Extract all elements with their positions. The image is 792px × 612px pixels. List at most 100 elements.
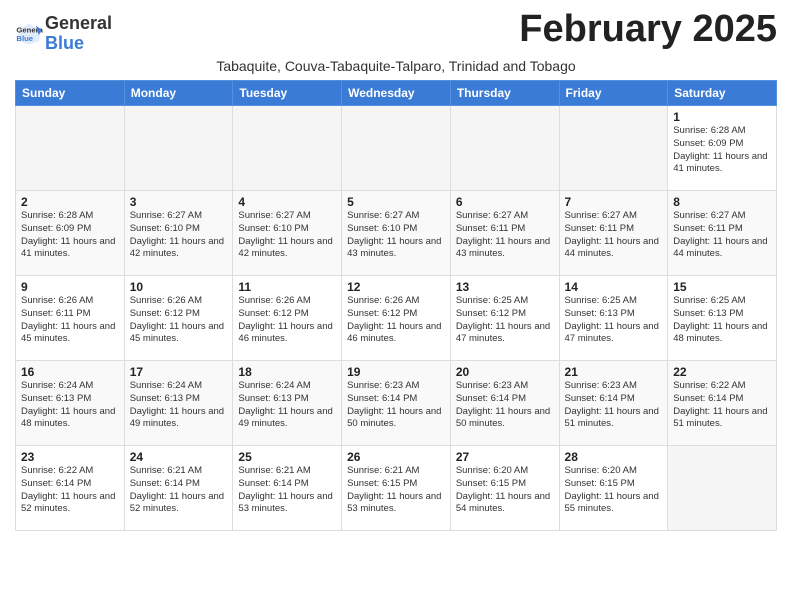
- calendar-cell: 28Sunrise: 6:20 AM Sunset: 6:15 PM Dayli…: [559, 446, 668, 531]
- day-number: 23: [21, 450, 119, 464]
- calendar-cell: 14Sunrise: 6:25 AM Sunset: 6:13 PM Dayli…: [559, 276, 668, 361]
- day-number: 19: [347, 365, 445, 379]
- calendar-cell: 26Sunrise: 6:21 AM Sunset: 6:15 PM Dayli…: [342, 446, 451, 531]
- day-info: Sunrise: 6:27 AM Sunset: 6:11 PM Dayligh…: [565, 210, 663, 261]
- generalblue-logo-icon: General Blue: [15, 20, 43, 48]
- weekday-header-row: SundayMondayTuesdayWednesdayThursdayFrid…: [16, 81, 777, 106]
- day-number: 22: [673, 365, 771, 379]
- week-row-5: 23Sunrise: 6:22 AM Sunset: 6:14 PM Dayli…: [16, 446, 777, 531]
- calendar-cell: 25Sunrise: 6:21 AM Sunset: 6:14 PM Dayli…: [233, 446, 342, 531]
- calendar-cell: 18Sunrise: 6:24 AM Sunset: 6:13 PM Dayli…: [233, 361, 342, 446]
- calendar-cell: 1Sunrise: 6:28 AM Sunset: 6:09 PM Daylig…: [668, 106, 777, 191]
- day-number: 26: [347, 450, 445, 464]
- day-info: Sunrise: 6:25 AM Sunset: 6:13 PM Dayligh…: [673, 295, 771, 346]
- calendar-cell: [450, 106, 559, 191]
- calendar-cell: 8Sunrise: 6:27 AM Sunset: 6:11 PM Daylig…: [668, 191, 777, 276]
- subtitle: Tabaquite, Couva-Tabaquite-Talparo, Trin…: [15, 58, 777, 74]
- calendar-cell: [668, 446, 777, 531]
- day-info: Sunrise: 6:21 AM Sunset: 6:15 PM Dayligh…: [347, 465, 445, 516]
- day-number: 10: [130, 280, 228, 294]
- calendar-cell: 15Sunrise: 6:25 AM Sunset: 6:13 PM Dayli…: [668, 276, 777, 361]
- weekday-header-wednesday: Wednesday: [342, 81, 451, 106]
- day-number: 13: [456, 280, 554, 294]
- day-info: Sunrise: 6:27 AM Sunset: 6:11 PM Dayligh…: [673, 210, 771, 261]
- day-number: 8: [673, 195, 771, 209]
- calendar-cell: 17Sunrise: 6:24 AM Sunset: 6:13 PM Dayli…: [124, 361, 233, 446]
- day-number: 18: [238, 365, 336, 379]
- day-info: Sunrise: 6:27 AM Sunset: 6:10 PM Dayligh…: [238, 210, 336, 261]
- day-info: Sunrise: 6:23 AM Sunset: 6:14 PM Dayligh…: [565, 380, 663, 431]
- day-info: Sunrise: 6:25 AM Sunset: 6:13 PM Dayligh…: [565, 295, 663, 346]
- day-info: Sunrise: 6:27 AM Sunset: 6:11 PM Dayligh…: [456, 210, 554, 261]
- day-info: Sunrise: 6:23 AM Sunset: 6:14 PM Dayligh…: [347, 380, 445, 431]
- day-number: 4: [238, 195, 336, 209]
- calendar-cell: 6Sunrise: 6:27 AM Sunset: 6:11 PM Daylig…: [450, 191, 559, 276]
- logo-blue-text: Blue: [45, 33, 84, 53]
- calendar-cell: [559, 106, 668, 191]
- day-number: 24: [130, 450, 228, 464]
- day-info: Sunrise: 6:26 AM Sunset: 6:12 PM Dayligh…: [238, 295, 336, 346]
- header: General Blue GeneralBlue February 2025: [15, 10, 777, 54]
- day-number: 21: [565, 365, 663, 379]
- day-info: Sunrise: 6:27 AM Sunset: 6:10 PM Dayligh…: [347, 210, 445, 261]
- day-info: Sunrise: 6:26 AM Sunset: 6:11 PM Dayligh…: [21, 295, 119, 346]
- calendar-cell: 10Sunrise: 6:26 AM Sunset: 6:12 PM Dayli…: [124, 276, 233, 361]
- calendar-cell: 13Sunrise: 6:25 AM Sunset: 6:12 PM Dayli…: [450, 276, 559, 361]
- calendar-cell: 16Sunrise: 6:24 AM Sunset: 6:13 PM Dayli…: [16, 361, 125, 446]
- weekday-header-monday: Monday: [124, 81, 233, 106]
- calendar-cell: 12Sunrise: 6:26 AM Sunset: 6:12 PM Dayli…: [342, 276, 451, 361]
- day-info: Sunrise: 6:22 AM Sunset: 6:14 PM Dayligh…: [673, 380, 771, 431]
- day-number: 5: [347, 195, 445, 209]
- day-number: 28: [565, 450, 663, 464]
- calendar-cell: [233, 106, 342, 191]
- day-info: Sunrise: 6:28 AM Sunset: 6:09 PM Dayligh…: [21, 210, 119, 261]
- day-number: 3: [130, 195, 228, 209]
- day-number: 15: [673, 280, 771, 294]
- weekday-header-friday: Friday: [559, 81, 668, 106]
- day-number: 1: [673, 110, 771, 124]
- calendar-cell: 20Sunrise: 6:23 AM Sunset: 6:14 PM Dayli…: [450, 361, 559, 446]
- calendar-cell: 4Sunrise: 6:27 AM Sunset: 6:10 PM Daylig…: [233, 191, 342, 276]
- weekday-header-saturday: Saturday: [668, 81, 777, 106]
- calendar-cell: [124, 106, 233, 191]
- month-title: February 2025: [519, 10, 777, 48]
- day-info: Sunrise: 6:24 AM Sunset: 6:13 PM Dayligh…: [130, 380, 228, 431]
- day-number: 6: [456, 195, 554, 209]
- week-row-3: 9Sunrise: 6:26 AM Sunset: 6:11 PM Daylig…: [16, 276, 777, 361]
- day-number: 11: [238, 280, 336, 294]
- calendar-cell: [342, 106, 451, 191]
- day-info: Sunrise: 6:21 AM Sunset: 6:14 PM Dayligh…: [238, 465, 336, 516]
- day-number: 7: [565, 195, 663, 209]
- day-info: Sunrise: 6:26 AM Sunset: 6:12 PM Dayligh…: [347, 295, 445, 346]
- svg-text:Blue: Blue: [16, 34, 33, 43]
- calendar-cell: 7Sunrise: 6:27 AM Sunset: 6:11 PM Daylig…: [559, 191, 668, 276]
- calendar-cell: 22Sunrise: 6:22 AM Sunset: 6:14 PM Dayli…: [668, 361, 777, 446]
- weekday-header-sunday: Sunday: [16, 81, 125, 106]
- day-info: Sunrise: 6:22 AM Sunset: 6:14 PM Dayligh…: [21, 465, 119, 516]
- week-row-4: 16Sunrise: 6:24 AM Sunset: 6:13 PM Dayli…: [16, 361, 777, 446]
- calendar-cell: 21Sunrise: 6:23 AM Sunset: 6:14 PM Dayli…: [559, 361, 668, 446]
- week-row-2: 2Sunrise: 6:28 AM Sunset: 6:09 PM Daylig…: [16, 191, 777, 276]
- weekday-header-tuesday: Tuesday: [233, 81, 342, 106]
- calendar-cell: 24Sunrise: 6:21 AM Sunset: 6:14 PM Dayli…: [124, 446, 233, 531]
- day-info: Sunrise: 6:27 AM Sunset: 6:10 PM Dayligh…: [130, 210, 228, 261]
- calendar-cell: 3Sunrise: 6:27 AM Sunset: 6:10 PM Daylig…: [124, 191, 233, 276]
- calendar-table: SundayMondayTuesdayWednesdayThursdayFrid…: [15, 80, 777, 531]
- day-info: Sunrise: 6:24 AM Sunset: 6:13 PM Dayligh…: [21, 380, 119, 431]
- calendar-cell: [16, 106, 125, 191]
- day-info: Sunrise: 6:28 AM Sunset: 6:09 PM Dayligh…: [673, 125, 771, 176]
- logo-general-text: General: [45, 13, 112, 33]
- day-number: 14: [565, 280, 663, 294]
- week-row-1: 1Sunrise: 6:28 AM Sunset: 6:09 PM Daylig…: [16, 106, 777, 191]
- logo: General Blue GeneralBlue: [15, 14, 112, 54]
- calendar-cell: 11Sunrise: 6:26 AM Sunset: 6:12 PM Dayli…: [233, 276, 342, 361]
- day-number: 27: [456, 450, 554, 464]
- calendar-cell: 23Sunrise: 6:22 AM Sunset: 6:14 PM Dayli…: [16, 446, 125, 531]
- day-number: 20: [456, 365, 554, 379]
- day-info: Sunrise: 6:20 AM Sunset: 6:15 PM Dayligh…: [565, 465, 663, 516]
- day-number: 2: [21, 195, 119, 209]
- calendar-cell: 5Sunrise: 6:27 AM Sunset: 6:10 PM Daylig…: [342, 191, 451, 276]
- day-info: Sunrise: 6:26 AM Sunset: 6:12 PM Dayligh…: [130, 295, 228, 346]
- weekday-header-thursday: Thursday: [450, 81, 559, 106]
- day-number: 9: [21, 280, 119, 294]
